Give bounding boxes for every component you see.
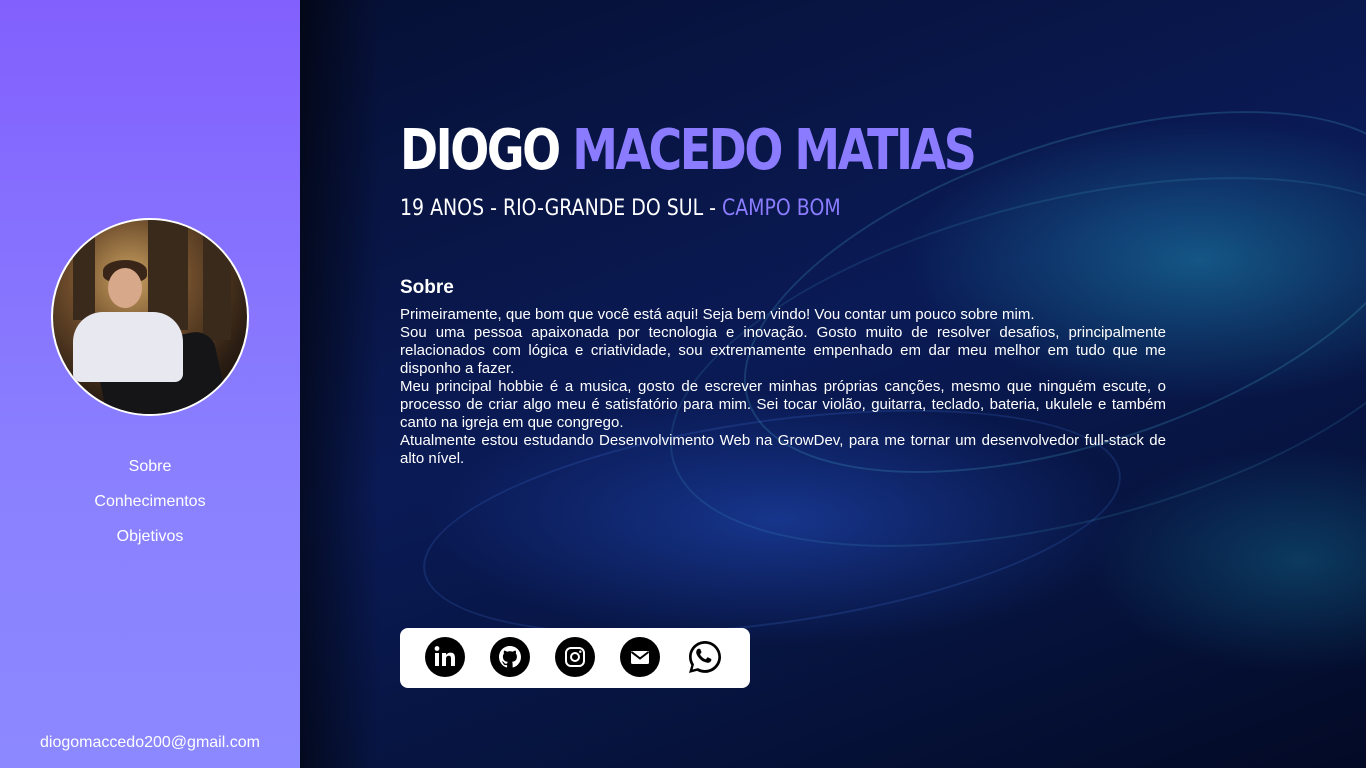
instagram-icon: [565, 647, 585, 667]
linkedin-link[interactable]: [425, 637, 465, 677]
linkedin-icon: [434, 646, 455, 666]
avatar: [51, 218, 249, 416]
about-heading: Sobre: [400, 277, 454, 298]
subtitle-city: CAMPO BOM: [722, 196, 841, 221]
instagram-link[interactable]: [555, 637, 595, 677]
email-link[interactable]: [620, 637, 660, 677]
about-paragraph: Atualmente estou estudando Desenvolvimen…: [400, 432, 1166, 467]
nav-link-objetivos[interactable]: Objetivos: [0, 525, 300, 560]
first-name: DIOGO: [400, 118, 561, 183]
nav-link-sobre[interactable]: Sobre: [0, 455, 300, 490]
social-links: [400, 628, 750, 688]
github-icon: [499, 646, 521, 668]
about-paragraph: Primeiramente, que bom que você está aqu…: [400, 306, 1035, 323]
sidebar-nav: Sobre Conhecimentos Objetivos: [0, 455, 300, 560]
last-name: MACEDO MATIAS: [572, 118, 977, 183]
about-section: Sobre Primeiramente, que bom que você es…: [400, 277, 1166, 468]
page-subtitle: 19 ANOS - RIO-GRANDE DO SUL - CAMPO BOM: [400, 196, 841, 221]
whatsapp-icon: [689, 641, 721, 673]
page-title: DIOGO MACEDO MATIAS: [400, 118, 977, 183]
github-link[interactable]: [490, 637, 530, 677]
whatsapp-link[interactable]: [685, 637, 725, 677]
subtitle-age-state: 19 ANOS - RIO-GRANDE DO SUL -: [400, 196, 716, 221]
contact-email[interactable]: diogomaccedo200@gmail.com: [0, 734, 300, 752]
about-paragraph: Meu principal hobbie é a musica, gosto d…: [400, 378, 1166, 431]
email-icon: [630, 651, 650, 664]
about-paragraph: Sou uma pessoa apaixonada por tecnologia…: [400, 324, 1166, 377]
sidebar: Sobre Conhecimentos Objetivos diogomacce…: [0, 0, 300, 768]
nav-link-conhecimentos[interactable]: Conhecimentos: [0, 490, 300, 525]
